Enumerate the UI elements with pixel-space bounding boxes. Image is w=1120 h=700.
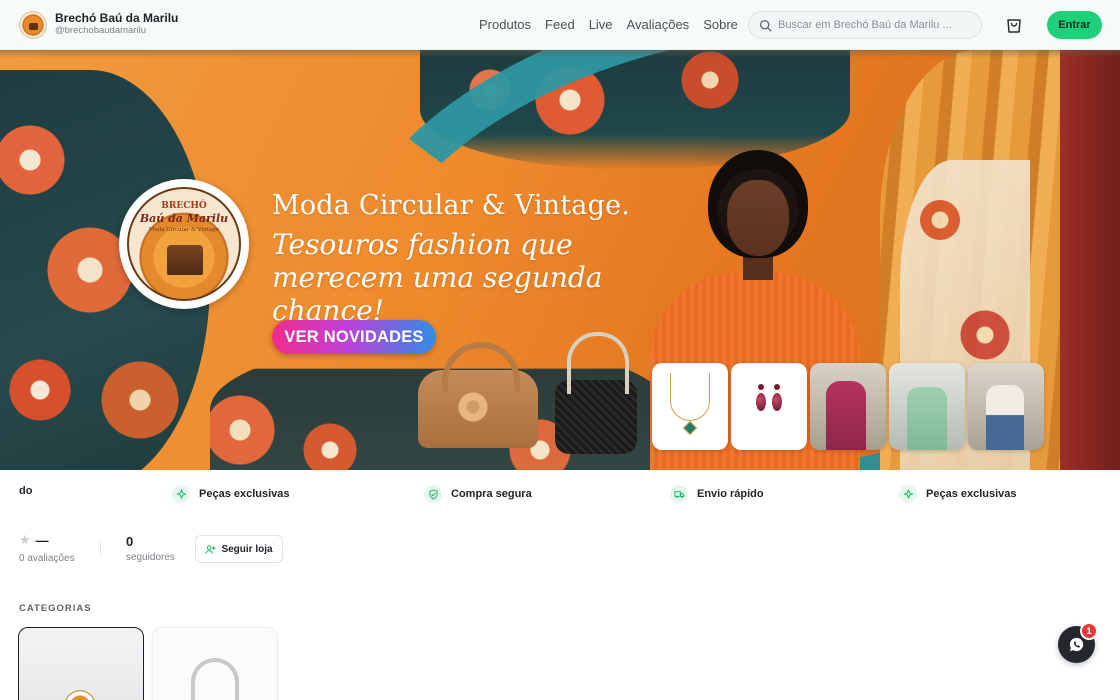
jeans-outfit-photo-tile: [968, 363, 1044, 450]
brand-text: Brechó Baú da Marilu @brechobaudamarilu: [55, 11, 179, 37]
brand-logo-icon: [19, 10, 47, 39]
nav-item-live[interactable]: Live: [589, 17, 613, 32]
sparkles-icon: [172, 485, 190, 503]
store-handle: @brechobaudamarilu: [55, 25, 146, 37]
category-card-all[interactable]: [18, 627, 144, 700]
leather-bag: [418, 342, 538, 448]
banner-top-shadow: [0, 50, 1120, 58]
category-bag-image: [191, 658, 239, 700]
banner-logo-inner: BRECHÓ Baú da Marilu Moda Circular & Vin…: [127, 187, 241, 301]
category-store-logo-icon: [64, 690, 96, 700]
sparkles-icon: [899, 485, 917, 503]
features-marquee: do Peças exclusivas Compra segura Envio …: [0, 470, 1120, 518]
feature-item-pecas-exclusivas: Peças exclusivas: [172, 485, 290, 503]
store-brand[interactable]: Brechó Baú da Marilu @brechobaudamarilu: [19, 10, 179, 39]
categories-title: CATEGORIAS: [19, 603, 92, 614]
feature-item-pecas-exclusivas-2: Peças exclusivas: [899, 485, 1017, 503]
search-box[interactable]: [748, 11, 982, 39]
follow-store-label: Seguir loja: [221, 543, 273, 555]
necklace-tile: [652, 363, 728, 450]
feature-item-envio-rapido: Envio rápido: [670, 485, 764, 503]
banner-bags-illustration: [418, 330, 643, 470]
followers-count: 0: [126, 534, 134, 549]
follow-store-button[interactable]: Seguir loja: [195, 535, 283, 563]
nav-item-avaliacoes[interactable]: Avaliações: [627, 17, 690, 32]
rating-count-label: 0 avaliações: [19, 553, 75, 564]
feature-label: Peças exclusivas: [199, 488, 290, 500]
followers-label: seguidores: [126, 552, 175, 563]
necklace-chain: [670, 373, 710, 421]
star-icon: ★: [19, 532, 31, 547]
earring-left: [756, 384, 766, 411]
model-face: [727, 180, 789, 256]
feature-item-compra-segura: Compra segura: [424, 485, 532, 503]
cart-icon[interactable]: [1004, 15, 1024, 35]
banner-curtain-fabric: [1060, 50, 1120, 470]
banner-logo-text-main: Baú da Marilu: [139, 212, 229, 225]
main-nav: Produtos Feed Live Avaliações Sobre: [479, 17, 752, 32]
store-name: Brechó Baú da Marilu: [55, 11, 179, 26]
nav-item-produtos[interactable]: Produtos: [479, 17, 531, 32]
rating-stat: ★ — 0 avaliações: [19, 532, 99, 564]
trunk-illustration: [167, 245, 203, 275]
login-button[interactable]: Entrar: [1047, 11, 1102, 39]
feature-label: Peças exclusivas: [926, 488, 1017, 500]
banner-logo-text-sub: Moda Circular & Vintage: [148, 227, 220, 233]
search-icon: [759, 19, 772, 31]
category-card-bags[interactable]: [152, 627, 278, 700]
shield-check-icon: [424, 485, 442, 503]
nav-item-sobre[interactable]: Sobre: [703, 17, 738, 32]
necklace-pendant: [682, 420, 698, 436]
feature-label: Envio rápido: [697, 488, 764, 500]
nav-item-feed[interactable]: Feed: [545, 17, 575, 32]
user-plus-icon: [205, 544, 217, 554]
banner-headline: Moda Circular & Vintage.: [272, 190, 631, 221]
knit-top-photo-tile: [889, 363, 965, 450]
truck-icon: [670, 485, 688, 503]
top-header: Brechó Baú da Marilu @brechobaudamarilu …: [0, 0, 1120, 50]
banner-product-strip: [652, 363, 1044, 450]
feature-item-truncated: do: [19, 485, 32, 497]
search-input[interactable]: [778, 19, 978, 31]
chat-notification-badge: 1: [1080, 622, 1098, 640]
stats-divider: [100, 542, 101, 556]
hero-banner: BRECHÓ Baú da Marilu Moda Circular & Vin…: [0, 50, 1120, 470]
ver-novidades-button[interactable]: VER NOVIDADES: [272, 320, 436, 354]
feature-label: Compra segura: [451, 488, 532, 500]
cardigan-photo-tile: [810, 363, 886, 450]
earring-right: [772, 384, 782, 411]
earrings-tile: [731, 363, 807, 450]
banner-headline-block: Moda Circular & Vintage. Tesouros fashio…: [272, 190, 682, 327]
banner-store-logo: BRECHÓ Baú da Marilu Moda Circular & Vin…: [119, 179, 249, 309]
crochet-bag: [555, 332, 637, 454]
followers-stat: 0 seguidores: [126, 534, 175, 563]
rating-value: —: [35, 532, 49, 548]
whatsapp-icon: [1069, 637, 1084, 652]
banner-logo-text-top: BRECHÓ: [161, 201, 207, 211]
banner-subheadline: Tesouros fashion que merecem uma segunda…: [272, 228, 603, 328]
feature-label: do: [19, 485, 33, 497]
